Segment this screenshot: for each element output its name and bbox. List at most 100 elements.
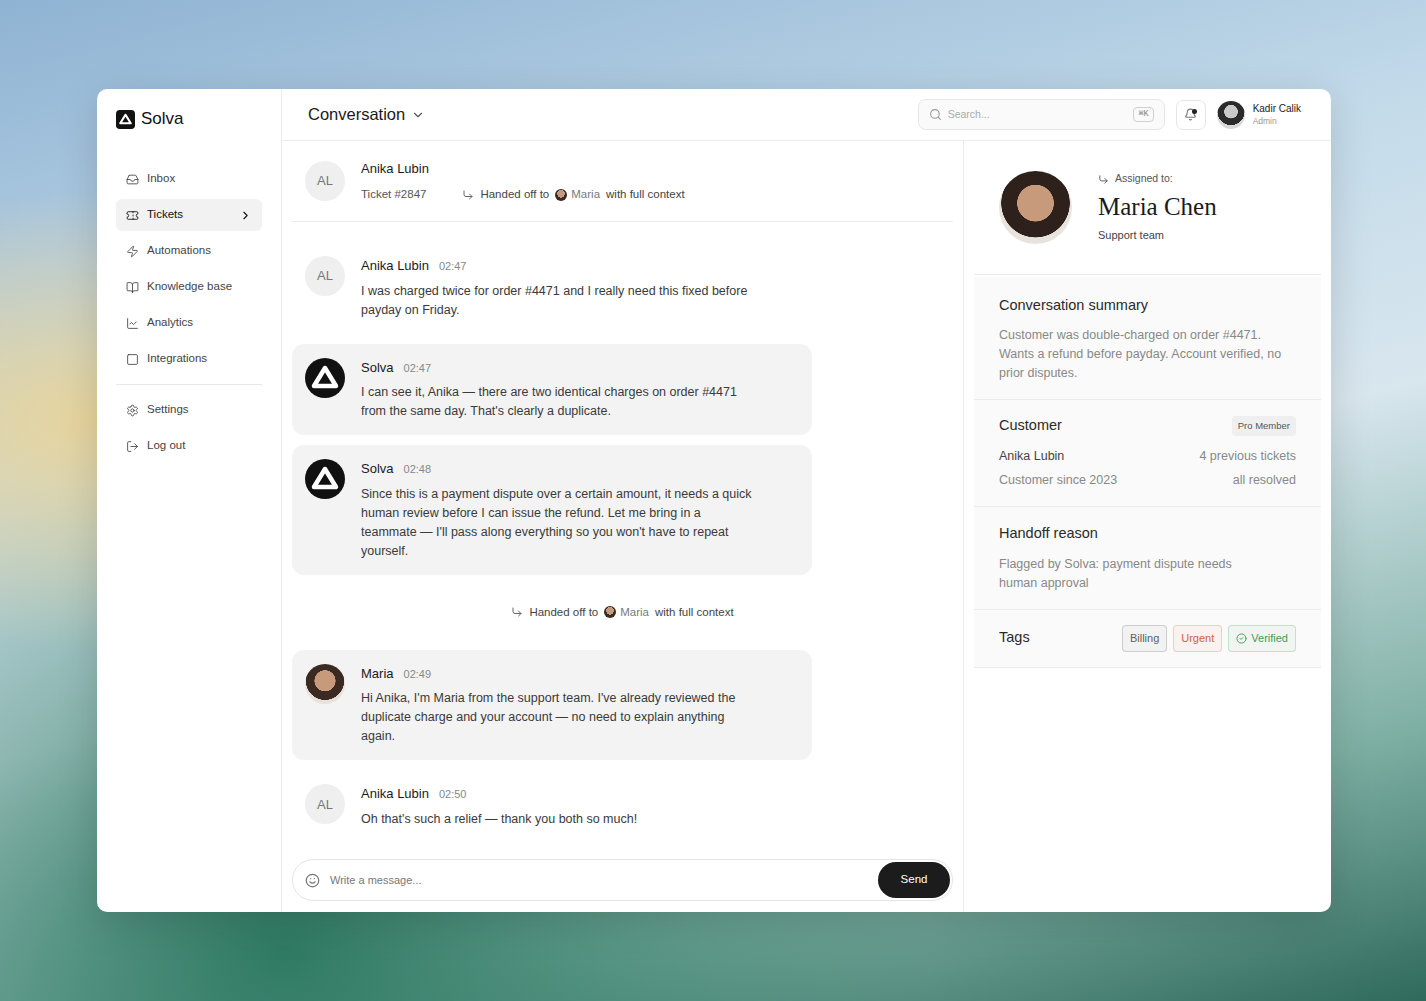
message-input[interactable]: Write a message...	[330, 872, 868, 889]
handoff-reason-section: Handoff reason Flagged by Solva: payment …	[974, 507, 1321, 610]
sidebar-item-label: Integrations	[147, 350, 252, 367]
tag-label: Billing	[1130, 630, 1159, 647]
view-title: Conversation	[308, 102, 405, 127]
message-author: Anika Lubin	[361, 256, 429, 276]
agent-mini-avatar	[555, 189, 567, 201]
solva-logo-icon	[116, 110, 135, 129]
nav-icon	[126, 173, 139, 186]
nav-icon	[126, 281, 139, 294]
handoff-suffix: with full context	[606, 186, 685, 203]
message-author: Maria	[361, 664, 394, 684]
handoff-note: Handed off to Maria with full context	[462, 186, 684, 203]
summary-section: Conversation summary Customer was double-…	[974, 277, 1321, 400]
sidebar-item-label: Analytics	[147, 314, 252, 331]
message-text: Oh that's such a relief — thank you both…	[361, 810, 637, 829]
message: Maria 02:49 Hi Anika, I'm Maria from the s…	[292, 650, 812, 761]
message-author: Solva	[361, 358, 394, 378]
user-avatar	[1217, 101, 1245, 129]
message: Solva02:48Since this is a payment disput…	[292, 445, 812, 575]
nav-icon	[126, 317, 139, 330]
section-title: Handoff reason	[999, 523, 1296, 545]
chevron-down-icon	[411, 108, 425, 122]
section-title: Customer	[999, 415, 1062, 437]
message-time: 02:50	[439, 786, 467, 803]
composer: Write a message... Send	[292, 859, 953, 901]
sidebar-item[interactable]: Knowledge base	[116, 271, 262, 303]
chevron-right-icon	[239, 209, 252, 222]
nav-icon	[126, 245, 139, 258]
handoff-note: Handed off toMariawith full context	[511, 604, 733, 621]
nav-icon	[126, 404, 139, 417]
tags-section: Tags Billing Urgent Verified	[974, 610, 1321, 668]
sidebar-item-label: Knowledge base	[147, 278, 252, 295]
tag[interactable]: Verified	[1228, 625, 1296, 652]
customer-avatar: AL	[305, 161, 345, 201]
conversation-header: ALAnika LubinTicket #2847Handed off toMa…	[292, 141, 953, 222]
sidebar-item[interactable]: Inbox	[116, 163, 262, 195]
message-text: I was charged twice for order #4471 and …	[361, 282, 753, 320]
search-placeholder: Search...	[948, 107, 1128, 123]
send-button[interactable]: Send	[878, 862, 950, 898]
message: AL Anika Lubin 02:50 Oh that's such a relie…	[292, 770, 812, 843]
section-title: Tags	[999, 627, 1030, 649]
tag[interactable]: Urgent	[1173, 625, 1222, 652]
sidebar-nav: Inbox Tickets Automations Knowledge base Ana…	[116, 163, 262, 375]
sidebar-item-label: Settings	[147, 401, 189, 418]
handoff-reason-text: Flagged by Solva: payment dispute needs …	[999, 555, 1269, 593]
summary-text: Customer was double-charged on order #44…	[999, 326, 1296, 383]
brand[interactable]: Solva	[116, 109, 262, 129]
message-time: 02:49	[404, 666, 432, 683]
app-window: Solva Inbox Tickets Automations Knowledge ba…	[97, 89, 1331, 912]
handoff-agent: Maria	[620, 604, 649, 621]
sidebar-item-label: Log out	[147, 437, 185, 454]
handoff-agent: Maria	[571, 186, 600, 203]
solva-logo-icon	[305, 358, 345, 398]
sidebar-item[interactable]: Integrations	[116, 343, 262, 375]
sidebar-item[interactable]: Log out	[116, 430, 262, 462]
message: Solva02:47I can see it, Anika — there ar…	[292, 344, 812, 436]
sidebar-item-label: Inbox	[147, 170, 252, 187]
message-list: AL Anika Lubin 02:47 I was charged twice fo…	[292, 222, 953, 859]
customer-name: Anika Lubin	[361, 159, 685, 179]
handoff-prefix: Handed off to	[529, 604, 598, 621]
message-avatar: AL	[305, 784, 345, 824]
assignee-name: Maria Chen	[1098, 189, 1217, 225]
sidebar-item[interactable]: Automations	[116, 235, 262, 267]
tag-label: Urgent	[1181, 630, 1214, 647]
sidebar-item-label: Tickets	[147, 206, 231, 223]
message-text: Since this is a payment dispute over a c…	[361, 485, 753, 561]
view-switcher[interactable]: Conversation	[308, 102, 425, 127]
message-avatar: AL	[305, 256, 345, 296]
assignee-team: Support team	[1098, 227, 1217, 244]
handoff-prefix: Handed off to	[480, 186, 549, 203]
agent-mini-avatar	[604, 606, 616, 618]
message: ALAnika Lubin02:47I was charged twice fo…	[292, 242, 812, 334]
desktop: Solva Inbox Tickets Automations Knowledge ba…	[0, 0, 1426, 1001]
brand-name: Solva	[141, 106, 184, 132]
user-name: Kadir Calik	[1253, 103, 1301, 115]
notifications-button[interactable]	[1176, 100, 1206, 130]
assignee-card: Assigned to: Maria Chen Support team	[974, 141, 1321, 275]
ticket-count: 4 previous tickets	[1148, 447, 1297, 466]
message-author: Anika Lubin	[361, 784, 429, 804]
sidebar-item[interactable]: Tickets	[116, 199, 262, 231]
nav-icon	[126, 440, 139, 453]
sidebar-item[interactable]: Analytics	[116, 307, 262, 339]
assignee-photo	[999, 171, 1072, 244]
section-title: Conversation summary	[999, 295, 1296, 317]
handoff-event: Handed off toMariawith full context	[292, 585, 953, 640]
main: Conversation Search...⌘K Kadir CalikAdmin A…	[282, 89, 1331, 912]
message-text: Hi Anika, I'm Maria from the support tea…	[361, 689, 753, 746]
assigned-label: Assigned to:	[1115, 171, 1173, 187]
agent-avatar	[305, 664, 345, 704]
handoff-arrow-icon	[462, 189, 474, 201]
sidebar-item[interactable]: Settings	[116, 394, 262, 426]
solva-logo-icon	[305, 459, 345, 499]
sidebar-divider	[116, 384, 262, 385]
sidebar-item-label: Automations	[147, 242, 252, 259]
tag[interactable]: Billing	[1122, 625, 1167, 652]
search-field[interactable]: Search...⌘K	[918, 99, 1165, 130]
user-menu[interactable]: Kadir CalikAdmin	[1217, 101, 1301, 129]
emoji-icon[interactable]	[305, 873, 320, 888]
message-time: 02:47	[404, 360, 432, 377]
